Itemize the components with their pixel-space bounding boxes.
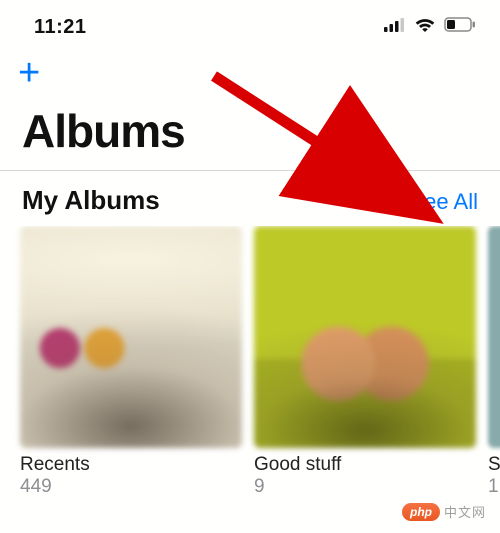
watermark-bubble: php [402, 503, 440, 521]
album-item[interactable]: Recents 449 [20, 226, 242, 498]
status-bar: 11:21 [0, 0, 500, 48]
page-title: Albums [0, 92, 500, 170]
see-all-button[interactable]: See All [410, 189, 479, 215]
albums-scroller[interactable]: Recents 449 Good stuff 9 S 1 [0, 226, 500, 498]
wifi-icon [414, 17, 436, 38]
status-time: 11:21 [34, 16, 87, 39]
album-title: Good stuff [254, 448, 476, 476]
album-count: 449 [20, 476, 242, 498]
album-count: 1 [488, 476, 500, 498]
album-title: S [488, 448, 500, 476]
album-thumbnail [20, 226, 242, 448]
album-item[interactable]: S 1 [488, 226, 500, 498]
album-count: 9 [254, 476, 476, 498]
status-indicators [384, 17, 476, 38]
cellular-signal-icon [384, 18, 406, 37]
battery-icon [444, 17, 476, 37]
album-item[interactable]: Good stuff 9 [254, 226, 476, 498]
watermark: php 中文网 [402, 502, 486, 521]
add-album-button[interactable]: + [0, 48, 60, 92]
section-title: My Albums [22, 185, 160, 216]
album-thumbnail [254, 226, 476, 448]
section-header: My Albums See All [0, 171, 500, 226]
album-thumbnail [488, 226, 500, 448]
photos-albums-screen: 11:21 [0, 0, 500, 533]
watermark-text: 中文网 [444, 502, 486, 521]
album-title: Recents [20, 448, 242, 476]
